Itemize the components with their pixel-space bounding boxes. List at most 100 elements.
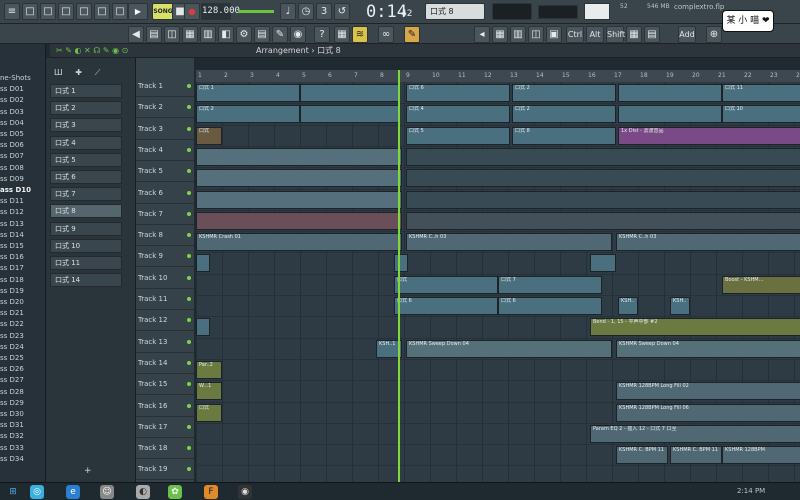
app-icon-3[interactable]: ◐ (136, 485, 150, 499)
playlist-grid[interactable]: 口式 1 口式 6 口式 2 口式 11 口式 2 口式 4 口式 2 口式 10 口式 口式 5… (196, 70, 800, 482)
add-key[interactable]: Add (678, 26, 696, 43)
track-enable-dot[interactable] (187, 318, 191, 323)
tool-g-icon[interactable]: ▤ (644, 26, 660, 43)
record-pattern-icon[interactable]: ◉ (290, 26, 306, 43)
track-enable-dot[interactable] (187, 275, 191, 280)
view-icon[interactable]: □ (94, 3, 110, 20)
tool-h-icon[interactable]: ⊕ (706, 26, 722, 43)
playlist-clip[interactable]: KSHMR 128BPM (722, 446, 800, 465)
playlist-clip[interactable]: Bend - 1, 15 - 平声中部 #2 (590, 318, 800, 337)
playlist-clip[interactable]: KSHMR C..h 03 (406, 233, 612, 252)
pattern-item[interactable]: 口式 11 (50, 256, 122, 270)
playlist-clip[interactable] (300, 105, 400, 124)
playlist-clip[interactable]: 口式 1 (196, 84, 300, 102)
menu-icon[interactable]: ≡ (4, 3, 20, 20)
countdown-icon[interactable]: 3 (316, 3, 332, 20)
track-header[interactable]: Track 14 (136, 353, 194, 374)
playlist-clip[interactable]: KSHMR Crash 01 (196, 233, 402, 252)
playlist-clip[interactable] (406, 211, 800, 230)
track-header[interactable]: Track 12 (136, 310, 194, 332)
track-enable-dot[interactable] (187, 233, 191, 238)
browser-app-icon[interactable]: e (66, 485, 80, 499)
track-enable-dot[interactable] (187, 360, 191, 365)
browser-item[interactable]: ss D06 (0, 141, 24, 149)
browser-item[interactable]: ss D09 (0, 175, 24, 183)
browser-item[interactable]: ss D29 (0, 399, 24, 407)
wait-icon[interactable]: ◷ (298, 3, 314, 20)
track-enable-dot[interactable] (187, 84, 191, 88)
patterns-icon[interactable]: □ (76, 3, 92, 20)
shift-key[interactable]: Shift (606, 26, 625, 43)
add-pattern-button[interactable]: + (84, 466, 92, 476)
track-header[interactable]: Track 7 (136, 204, 194, 225)
song-mode-button[interactable]: SONG (152, 3, 174, 20)
playlist-clip[interactable]: 口式 10 (722, 105, 800, 124)
playlist-clip[interactable]: KSHMR Sweep Down 04 (616, 339, 800, 358)
browser-item[interactable]: ss D28 (0, 388, 24, 396)
browser-item[interactable]: ss D19 (0, 287, 24, 295)
tool-a-icon[interactable]: ◂ (474, 26, 490, 43)
playlist-clip[interactable]: KSHMR C. BPM 11 (616, 446, 668, 465)
browser-item[interactable]: ss D13 (0, 220, 24, 228)
track-enable-dot[interactable] (187, 424, 191, 429)
track-enable-dot[interactable] (187, 254, 191, 259)
browser-item[interactable]: ss D24 (0, 343, 24, 351)
record-button[interactable]: ● (184, 3, 200, 20)
track-header[interactable]: Track 16 (136, 396, 194, 417)
piano-roll-icon[interactable]: ▥ (200, 26, 216, 43)
playlist-clip[interactable] (196, 147, 402, 166)
pattern-item[interactable]: 口式 3 (50, 118, 122, 133)
playlist-clip[interactable]: 口式 4 (406, 105, 510, 124)
track-enable-dot[interactable] (187, 147, 191, 152)
playlist-clip[interactable] (406, 147, 800, 166)
track-header[interactable]: Track 18 (136, 438, 194, 460)
playlist-tool-icons[interactable]: ✂ ✎ ◐ ✕ ☊ ✎ ◉ ⊙ (56, 46, 128, 55)
track-header[interactable]: Track 6 (136, 183, 194, 204)
play-button[interactable]: ▶ (128, 3, 148, 20)
playlist-clip[interactable] (300, 84, 400, 102)
track-header[interactable]: Track 5 (136, 161, 194, 183)
track-header[interactable]: Track 11 (136, 289, 194, 310)
playlist-clip[interactable] (196, 211, 402, 230)
playlist-clip[interactable] (590, 254, 616, 273)
browser-item[interactable]: ss D14 (0, 231, 24, 239)
mixer-icon[interactable]: ◫ (164, 26, 180, 43)
playlist-clip[interactable]: Boost - KSHM... (722, 275, 800, 294)
playlist-clip[interactable]: 口式 5 (406, 126, 510, 145)
browser-icon[interactable]: ◧ (218, 26, 234, 43)
browser-item[interactable]: ss D04 (0, 119, 24, 127)
app-icon-4[interactable]: ✿ (168, 485, 182, 499)
tool-e-icon[interactable]: ▣ (546, 26, 562, 43)
track-enable-dot[interactable] (187, 467, 191, 472)
browser-item[interactable]: ne-Shots (0, 74, 31, 82)
arrangement-title[interactable]: Arrangement › 口式 8 (256, 44, 341, 58)
track-header[interactable]: Track 8 (136, 225, 194, 247)
pattern-selector[interactable]: 口式 8 (425, 3, 485, 20)
playlist-clip[interactable] (196, 190, 402, 209)
pencil-link-icon[interactable]: ✎ (404, 26, 420, 43)
track-enable-dot[interactable] (187, 105, 191, 110)
playlist-clip[interactable]: 口式 8 (512, 126, 616, 145)
track-header[interactable]: Track 1 (136, 76, 194, 97)
track-enable-dot[interactable] (187, 297, 191, 301)
alt-key[interactable]: Alt (586, 26, 604, 43)
playlist-clip[interactable]: 口式 6 (406, 84, 510, 102)
paste-icon[interactable]: ▤ (146, 26, 162, 43)
picker-tools[interactable]: Ш ✚ ⟋ (54, 68, 100, 78)
browser-item[interactable]: ss D08 (0, 164, 24, 172)
app-icon-1[interactable]: ◎ (30, 485, 44, 499)
browser-item[interactable]: ss D34 (0, 455, 24, 463)
track-enable-dot[interactable] (187, 382, 191, 387)
browser-item[interactable]: ss D20 (0, 298, 24, 306)
playlist-icon[interactable]: ▤ (254, 26, 270, 43)
ctrl-key[interactable]: Ctrl (566, 26, 584, 43)
browser-item[interactable]: ss D03 (0, 108, 24, 116)
options-icon[interactable]: □ (112, 3, 128, 20)
tool-f-icon[interactable]: ▦ (626, 26, 642, 43)
playlist-clip[interactable]: 口式 (196, 126, 222, 145)
pattern-item[interactable]: 口式 10 (50, 238, 122, 253)
file-icon[interactable]: □ (22, 3, 38, 20)
browser-item[interactable]: ss D17 (0, 264, 24, 272)
fl-logo-icon[interactable]: ≋ (352, 26, 368, 43)
playlist-clip[interactable] (406, 190, 800, 209)
